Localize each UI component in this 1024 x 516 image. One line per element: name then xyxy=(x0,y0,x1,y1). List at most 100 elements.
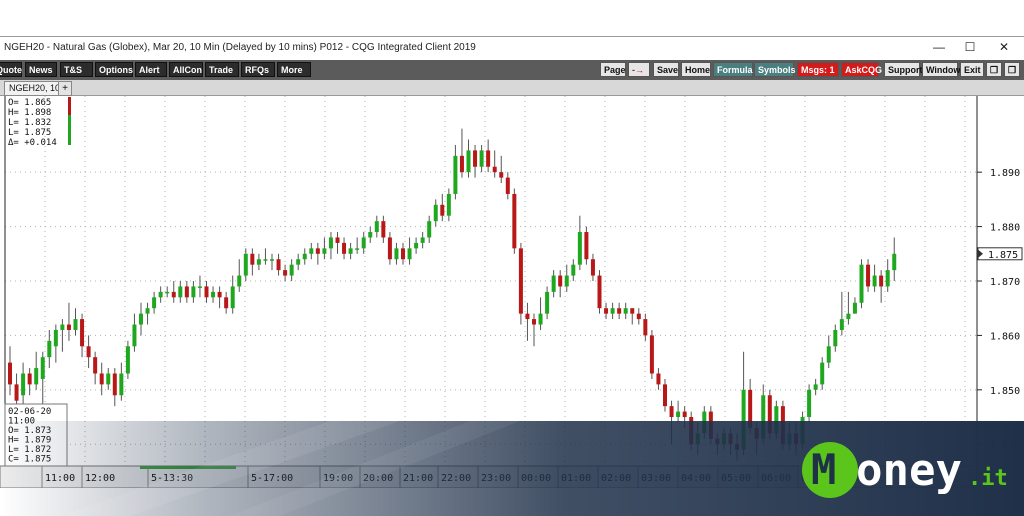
support-button[interactable]: Support xyxy=(884,62,923,77)
candle-body xyxy=(283,270,288,276)
maximize-icon[interactable]: ☐ xyxy=(961,40,979,54)
candle-body xyxy=(276,259,281,271)
candle-body xyxy=(676,411,681,418)
tab-ngeh20[interactable]: NGEH20, 10 xyxy=(4,81,66,96)
rfqs-button[interactable]: RFQs xyxy=(241,62,275,77)
trade-button[interactable]: Trade xyxy=(205,62,239,77)
candle-body xyxy=(663,384,667,407)
candle-body xyxy=(99,373,104,385)
window-title: NGEH20 - Natural Gas (Globex), Mar 20, 1… xyxy=(4,42,476,53)
more-button[interactable]: More xyxy=(277,62,311,77)
news-button[interactable]: News xyxy=(25,62,57,77)
candle-body xyxy=(577,232,582,265)
msgs-button[interactable]: Msgs: 1 xyxy=(797,62,839,77)
allcon-button[interactable]: AllCon xyxy=(169,62,203,77)
candle-body xyxy=(322,248,327,254)
candle-body xyxy=(132,324,137,347)
candle-body xyxy=(486,150,491,167)
candle-body xyxy=(158,291,163,298)
candle-body xyxy=(597,275,602,309)
candle-body xyxy=(289,264,294,276)
candle-body xyxy=(466,150,471,173)
ts-button[interactable]: T&S xyxy=(60,62,93,77)
quote-button[interactable]: Quote xyxy=(0,62,22,77)
candle-body xyxy=(872,275,877,287)
candle-body xyxy=(813,384,818,390)
add-tab-icon[interactable]: + xyxy=(58,81,72,96)
candle-body xyxy=(368,232,373,238)
candle-body xyxy=(21,373,26,396)
page-button[interactable]: Page xyxy=(600,62,626,77)
exit-button[interactable]: Exit xyxy=(960,62,984,77)
candle-body xyxy=(60,324,65,330)
candle-body xyxy=(178,286,183,298)
minimize-icon[interactable]: — xyxy=(930,40,948,54)
money-it-logo: M oney .it xyxy=(802,442,1008,498)
candle-body xyxy=(427,221,432,238)
candle-body xyxy=(191,286,196,298)
candle-body xyxy=(512,193,517,249)
alert-button[interactable]: Alert xyxy=(135,62,167,77)
y-tick-label: 1.870 xyxy=(990,277,1020,288)
logo-suffix: .it xyxy=(968,466,1008,491)
candle-body xyxy=(394,248,399,260)
candle-body xyxy=(617,308,622,314)
window-button[interactable]: Window xyxy=(922,62,960,77)
candle-body xyxy=(217,291,222,298)
candle-body xyxy=(610,308,615,314)
candle-body xyxy=(27,373,32,385)
save-button[interactable]: Save xyxy=(653,62,679,77)
candle-body xyxy=(630,308,635,314)
options-button[interactable]: Options xyxy=(95,62,133,77)
candle-body xyxy=(590,259,595,276)
candle-body xyxy=(125,346,130,374)
symbols-button[interactable]: Symbols xyxy=(754,62,796,77)
candle-body xyxy=(401,248,405,260)
candle-body xyxy=(571,264,576,276)
candle-body xyxy=(8,362,12,385)
candle-body xyxy=(807,389,812,418)
candle-body xyxy=(446,193,451,216)
candle-body xyxy=(623,308,628,314)
candle-body xyxy=(348,248,353,254)
candle-body xyxy=(414,242,419,249)
candle-body xyxy=(302,253,307,260)
ohlc-top-bar-down xyxy=(68,97,71,115)
candle-body xyxy=(381,221,386,238)
candle-body xyxy=(839,319,844,330)
ohlc-top-line: H= 1.898 xyxy=(8,108,51,118)
candle-body xyxy=(407,248,412,260)
candle-body xyxy=(643,319,648,336)
detach-icon[interactable]: ❐ xyxy=(1004,62,1020,77)
candle-body xyxy=(361,237,366,249)
logo-initial: M xyxy=(811,445,836,494)
restore-icon[interactable]: ❒ xyxy=(986,62,1002,77)
y-tick-label: 1.880 xyxy=(990,223,1020,234)
candle-body xyxy=(584,232,589,260)
candle-body xyxy=(682,411,687,418)
home-button[interactable]: Home xyxy=(681,62,711,77)
candle-body xyxy=(256,259,261,265)
candle-body xyxy=(656,373,661,385)
candle-body xyxy=(453,155,458,194)
candle-body xyxy=(532,319,536,325)
candle-body xyxy=(669,406,674,418)
last-price-label: 1.875 xyxy=(988,250,1018,261)
candle-body xyxy=(86,346,91,358)
candle-body xyxy=(551,275,556,292)
formula-button[interactable]: Formula xyxy=(713,62,753,77)
askcqg-button[interactable]: AskCQG xyxy=(841,62,882,77)
ohlc-top-line: Δ= +0.014 xyxy=(8,138,57,148)
candle-body xyxy=(80,319,85,347)
window-titlebar[interactable]: NGEH20 - Natural Gas (Globex), Mar 20, 1… xyxy=(0,37,1024,59)
candle-body xyxy=(636,313,641,320)
close-icon[interactable]: ✕ xyxy=(995,40,1013,54)
candle-body xyxy=(230,286,235,309)
candle-body xyxy=(387,237,392,260)
candle-body xyxy=(492,166,497,173)
candle-body xyxy=(892,253,897,271)
candle-body xyxy=(473,150,478,167)
arrow-button[interactable]: -→ xyxy=(628,62,650,77)
candle-body xyxy=(93,357,98,374)
candle-body xyxy=(14,384,19,401)
